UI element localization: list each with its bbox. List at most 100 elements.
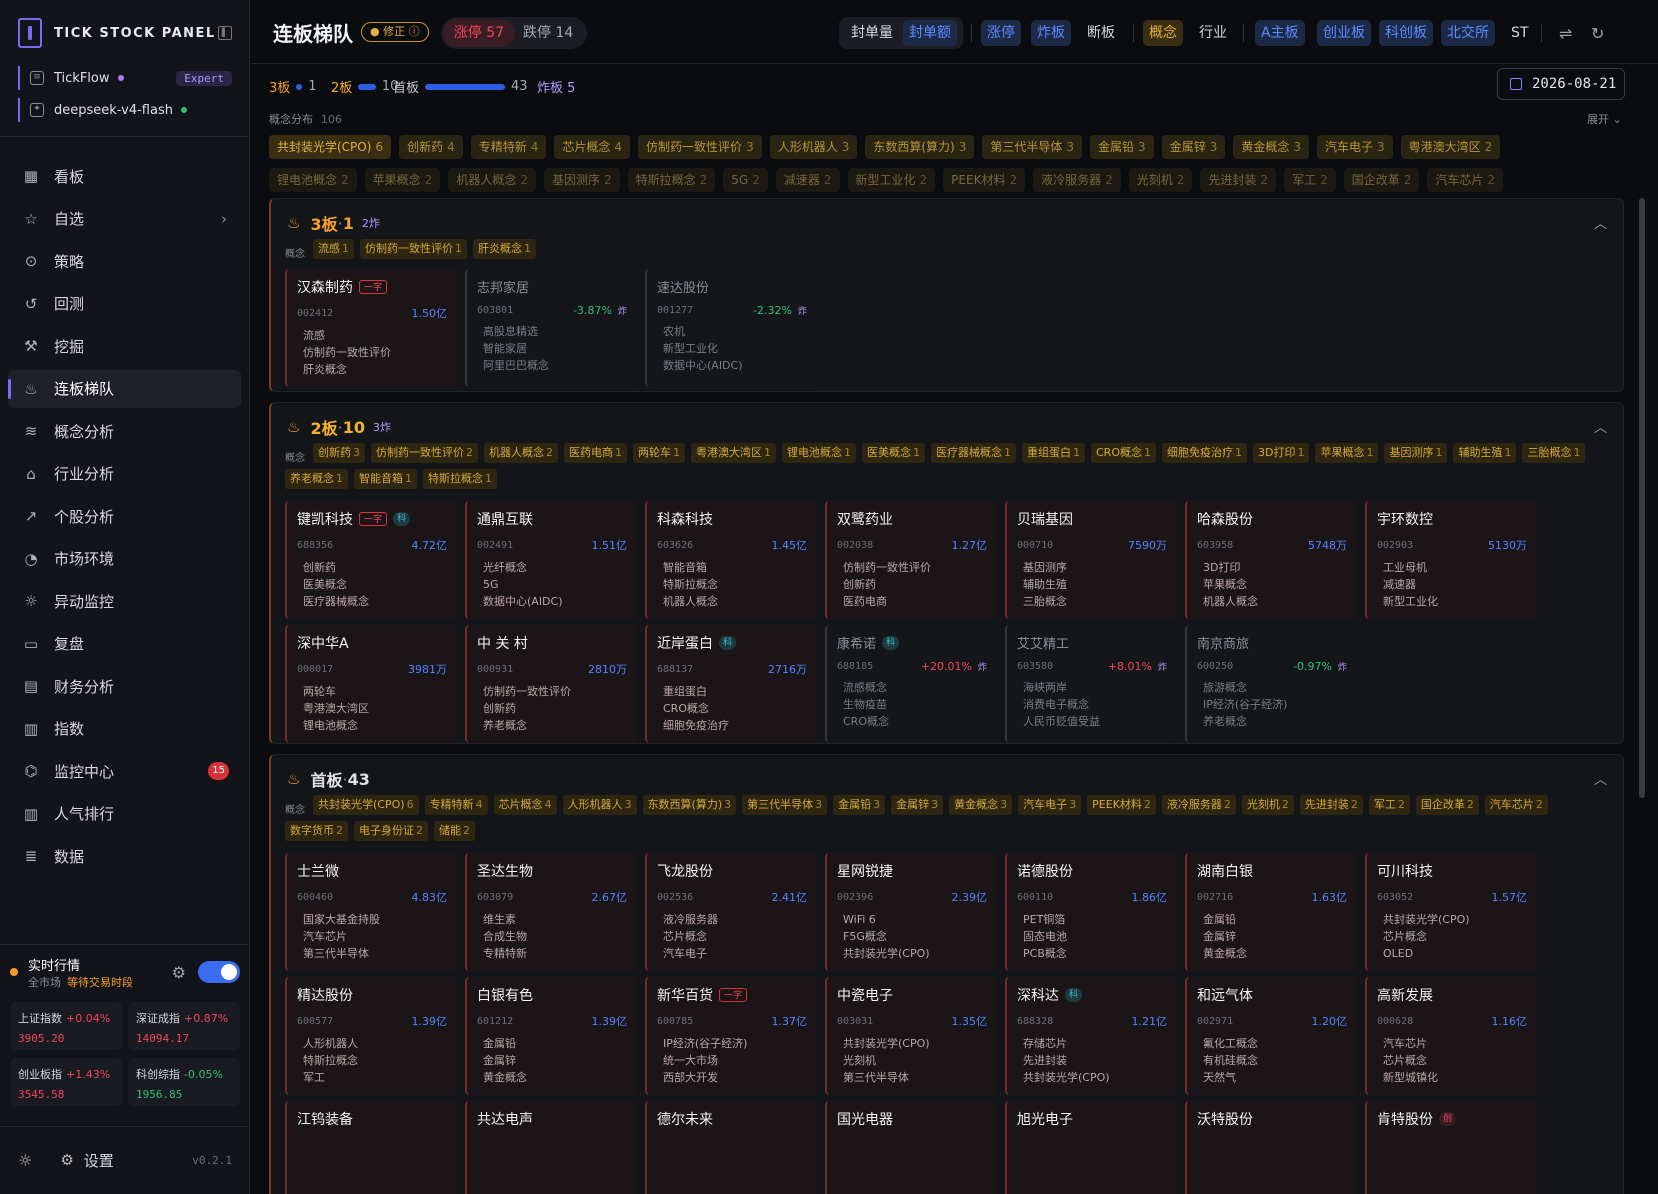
nav-item-7[interactable]: ⌂ 行业分析	[8, 455, 241, 493]
nav-item-4[interactable]: ⚒ 挖掘	[8, 327, 241, 365]
panel-concept-chip[interactable]: 流感 1	[313, 239, 354, 259]
concept-chip[interactable]: 新型工业化 2	[847, 168, 936, 192]
fix-badge[interactable]: ● 修正 ⓘ	[361, 22, 429, 42]
nav-item-3[interactable]: ↺ 回测	[8, 285, 241, 323]
concept-chip[interactable]: 黄金概念 3	[1233, 135, 1309, 159]
stock-card[interactable]: 中 关 村 000931 2810万 仿制药一致性评价 创新药 养老概念	[465, 625, 637, 743]
panel-concept-chip[interactable]: 医疗器械概念 1	[931, 443, 1016, 463]
nav-item-9[interactable]: ◔ 市场环境	[8, 540, 241, 578]
account-0[interactable]: ≡ TickFlow Expert	[18, 66, 232, 90]
panel-concept-chip[interactable]: 机器人概念 2	[484, 443, 558, 463]
realtime-toggle[interactable]	[198, 961, 240, 983]
nav-item-8[interactable]: ↗ 个股分析	[8, 497, 241, 535]
board-chinext[interactable]: 创业板	[1317, 20, 1371, 46]
panel-concept-chip[interactable]: 汽车芯片 2	[1484, 795, 1548, 815]
panel-concept-chip[interactable]: 锂电池概念 1	[782, 443, 856, 463]
concept-chip[interactable]: 基因测序 2	[543, 168, 620, 192]
panel-concept-chip[interactable]: CRO概念 1	[1091, 443, 1156, 463]
stock-card[interactable]: 近岸蛋白科 688137 2716万 重组蛋白 CRO概念 细胞免疫治疗	[645, 625, 817, 743]
collapse-sidebar-icon[interactable]: ▌	[218, 26, 232, 40]
stock-card[interactable]: 科森科技 603626 1.45亿 智能音箱 特斯拉概念 机器人概念	[645, 501, 817, 619]
concept-chip[interactable]: 机器人概念 2	[448, 168, 536, 192]
panel-concept-chip[interactable]: 黄金概念 3	[949, 795, 1013, 815]
concept-chip[interactable]: 苹果概念 2	[364, 168, 441, 192]
stock-card[interactable]: 宇环数控 002903 5130万 工业母机 减速器 新型工业化	[1365, 501, 1537, 619]
stock-card[interactable]: 和远气体 002971 1.20亿 氟化工概念 有机硅概念 天然气	[1185, 977, 1357, 1095]
concept-chip[interactable]: 创新药 4	[399, 135, 463, 159]
stock-card[interactable]: 新华百货 一字 600785 1.37亿 IP经济(谷子经济) 统一大市场 西部大开发	[645, 977, 817, 1095]
nav-item-11[interactable]: ▭ 复盘	[8, 625, 241, 663]
panel-concept-chip[interactable]: 东数西算(算力) 3	[642, 795, 737, 815]
stock-card[interactable]: 贝瑞基因 000710 7590万 基因测序 辅助生殖 三胎概念	[1005, 501, 1177, 619]
settings-gear-icon[interactable]: ⚙	[60, 1151, 73, 1169]
index-card[interactable]: 深证成指 +0.87% 14094.17	[128, 1002, 240, 1050]
panel-concept-chip[interactable]: 粤港澳大湾区 1	[691, 443, 776, 463]
filter-limit-up[interactable]: 涨停	[981, 20, 1021, 46]
panel-header[interactable]: ♨ 2板 · 10 3炸	[287, 415, 391, 439]
settings-link[interactable]: 设置	[84, 1150, 114, 1171]
panel-concept-chip[interactable]: 光刻机 2	[1241, 795, 1294, 815]
concept-chip[interactable]: 专精特新 4	[470, 135, 547, 159]
stock-card[interactable]: 可川科技 603052 1.57亿 共封装光学(CPO) 芯片概念 OLED	[1365, 853, 1537, 971]
stock-card[interactable]: 飞龙股份 002536 2.41亿 液冷服务器 芯片概念 汽车电子	[645, 853, 817, 971]
panel-concept-chip[interactable]: 数字货币 2	[285, 821, 348, 841]
panel-header[interactable]: ♨ 首板 · 43	[287, 767, 370, 791]
nav-item-15[interactable]: ▥ 人气排行	[8, 795, 241, 833]
panel-concept-chip[interactable]: 养老概念 1	[285, 469, 348, 489]
panel-concept-chip[interactable]: 汽车电子 3	[1018, 795, 1082, 815]
nav-item-2[interactable]: ⊙ 策略	[8, 242, 241, 280]
concept-chip[interactable]: 国企改革 2	[1343, 168, 1420, 192]
nav-item-0[interactable]: ▦ 看板	[8, 157, 241, 195]
stock-card[interactable]: 湖南白银 002716 1.63亿 金属铅 金属锌 黄金概念	[1185, 853, 1357, 971]
panel-concept-chip[interactable]: 肝炎概念 1	[473, 239, 536, 259]
concept-chip[interactable]: 共封装光学(CPO) 6	[269, 135, 392, 159]
stock-card[interactable]: 深中华A 000017 3981万 两轮车 粤港澳大湾区 锂电池概念	[285, 625, 457, 743]
index-card[interactable]: 科创综指 -0.05% 1956.85	[128, 1058, 240, 1106]
level-summary-0[interactable]: 3板 1	[269, 77, 317, 96]
panel-concept-chip[interactable]: 智能音箱 1	[354, 469, 417, 489]
panel-concept-chip[interactable]: 医美概念 1	[862, 443, 925, 463]
stock-card[interactable]: 沃特股份	[1185, 1101, 1357, 1194]
panel-concept-chip[interactable]: 三胎概念 1	[1522, 443, 1586, 463]
panel-concept-chip[interactable]: 细胞免疫治疗 1	[1161, 443, 1247, 463]
expand-button[interactable]: 展开 ⌄	[1587, 111, 1622, 127]
concept-chip[interactable]: 5G 2	[723, 168, 768, 192]
stock-card[interactable]: 星网锐捷 002396 2.39亿 WiFi 6 F5G概念 共封装光学(CPO)	[825, 853, 997, 971]
concept-chip[interactable]: 军工 2	[1284, 168, 1336, 192]
stock-card[interactable]: 圣达生物 603079 2.67亿 维生素 合成生物 专精特新	[465, 853, 637, 971]
sort-seal-amount[interactable]: 封单额	[903, 20, 957, 46]
account-1[interactable]: ✦ deepseek-v4-flash	[18, 98, 232, 122]
panel-concept-chip[interactable]: 苹果概念 1	[1315, 443, 1379, 463]
concept-chip[interactable]: 金属锌 3	[1161, 135, 1226, 159]
index-card[interactable]: 创业板指 +1.43% 3545.58	[10, 1058, 122, 1106]
panel-concept-chip[interactable]: 专精特新 4	[424, 795, 488, 815]
nav-item-14[interactable]: ⌬ 监控中心 15	[8, 752, 241, 790]
sort-seal-volume[interactable]: 封单量	[845, 20, 899, 46]
panel-concept-chip[interactable]: 医药电商 1	[564, 443, 627, 463]
board-star[interactable]: 科创板	[1379, 20, 1433, 46]
panel-concept-chip[interactable]: 电子身份证 2	[354, 821, 428, 841]
panel-concept-chip[interactable]: 辅助生殖 1	[1453, 443, 1517, 463]
nav-item-1[interactable]: ☆ 自选 ›	[8, 200, 241, 238]
panel-concept-chip[interactable]: 第三代半导体 3	[742, 795, 828, 815]
concept-chip[interactable]: 第三代半导体 3	[982, 135, 1083, 159]
index-card[interactable]: 上证指数 +0.04% 3905.20	[10, 1002, 122, 1050]
stock-card[interactable]: 速达股份 001277 -2.32% 炸农机 新型工业化 数据中心(AIDC)	[645, 269, 817, 387]
stock-card[interactable]: 国光电器	[825, 1101, 997, 1194]
concept-chip[interactable]: 金属铅 3	[1090, 135, 1154, 159]
concept-chip[interactable]: PEEK材料 2	[943, 168, 1026, 192]
nav-item-5[interactable]: ♨ 连板梯队	[8, 369, 241, 408]
panel-concept-chip[interactable]: 金属锌 3	[891, 795, 944, 815]
stock-card[interactable]: 通鼎互联 002491 1.51亿 光纤概念 5G 数据中心(AIDC)	[465, 501, 637, 619]
panel-concept-chip[interactable]: 仿制药一致性评价 2	[371, 443, 478, 463]
panel-concept-chip[interactable]: 国企改革 2	[1415, 795, 1479, 815]
nav-item-16[interactable]: ≣ 数据	[8, 837, 241, 875]
stock-card[interactable]: 江钨装备	[285, 1101, 457, 1194]
stock-card[interactable]: 高新发展 000628 1.16亿 汽车芯片 芯片概念 新型城镇化	[1365, 977, 1537, 1095]
filter-broken[interactable]: 炸板	[1031, 20, 1071, 46]
panel-concept-chip[interactable]: 储能 2	[434, 821, 475, 841]
nav-item-13[interactable]: ▥ 指数	[8, 710, 241, 748]
panel-concept-chip[interactable]: 液冷服务器 2	[1161, 795, 1236, 815]
stock-card[interactable]: 康希诺科 688185 +20.01% 炸流感概念 生物疫苗 CRO概念	[825, 625, 997, 743]
stock-card[interactable]: 深科达科 688328 1.21亿 存储芯片 先进封装 共封装光学(CPO)	[1005, 977, 1177, 1095]
